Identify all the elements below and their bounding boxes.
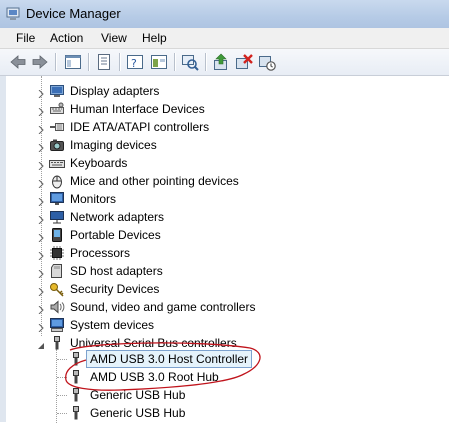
- network-adapter-icon: [49, 209, 65, 225]
- show-hide-console-tree-icon[interactable]: [63, 52, 83, 72]
- tree-item-label: Keyboards: [70, 156, 128, 170]
- expand-arrow-icon[interactable]: [37, 213, 45, 225]
- tree-item-display-adapters[interactable]: Display adapters: [0, 82, 449, 100]
- tree-item-ide-ata-atapi-controllers[interactable]: IDE ATA/ATAPI controllers: [0, 118, 449, 136]
- help-icon[interactable]: ?: [125, 52, 145, 72]
- tree-item-label: SD host adapters: [70, 264, 163, 278]
- tree-item-amd-usb-3-0-host-controller[interactable]: AMD USB 3.0 Host Controller: [0, 350, 449, 368]
- tree-item-keyboards[interactable]: Keyboards: [0, 154, 449, 172]
- mouse-icon: [49, 173, 65, 189]
- camera-icon: [49, 137, 65, 153]
- tree-item-generic-usb-hub[interactable]: Generic USB Hub: [0, 386, 449, 404]
- expand-arrow-icon[interactable]: [37, 177, 45, 189]
- expand-arrow-icon[interactable]: [37, 141, 45, 153]
- tree-item-label: Mice and other pointing devices: [70, 174, 239, 188]
- tree-item-label: AMD USB 3.0 Host Controller: [86, 350, 253, 368]
- tree-item-label: Human Interface Devices: [70, 102, 205, 116]
- expand-arrow-icon[interactable]: [37, 321, 45, 333]
- menu-help[interactable]: Help: [139, 30, 170, 46]
- menu-file[interactable]: File: [13, 30, 38, 46]
- tree-item-label: Portable Devices: [70, 228, 161, 242]
- menu-bar: File Action View Help: [0, 28, 449, 49]
- console-view-icon[interactable]: [149, 52, 169, 72]
- collapse-arrow-icon[interactable]: [37, 339, 45, 349]
- tree-item-sd-host-adapters[interactable]: SD host adapters: [0, 262, 449, 280]
- keyboard-icon: [49, 155, 65, 171]
- expand-arrow-icon[interactable]: [37, 87, 45, 99]
- sd-host-icon: [49, 263, 65, 279]
- expand-arrow-icon[interactable]: [37, 123, 45, 135]
- tree-item-label: AMD USB 3.0 Root Hub: [90, 370, 219, 384]
- tree-item-label: Universal Serial Bus controllers: [70, 336, 237, 350]
- tree-item-label: Security Devices: [70, 282, 160, 296]
- tree-item-imaging-devices[interactable]: Imaging devices: [0, 136, 449, 154]
- ide-controller-icon: [49, 119, 65, 135]
- tree-item-system-devices[interactable]: System devices: [0, 316, 449, 334]
- properties-icon[interactable]: [94, 52, 114, 72]
- tree-item-human-interface-devices[interactable]: Human Interface Devices: [0, 100, 449, 118]
- tree-item-portable-devices[interactable]: Portable Devices: [0, 226, 449, 244]
- tree-item-monitors[interactable]: Monitors: [0, 190, 449, 208]
- usb-icon: [49, 335, 65, 351]
- toolbar: ?: [0, 49, 449, 76]
- tree-item-label: Display adapters: [70, 84, 160, 98]
- tree-item-amd-usb-3-0-root-hub[interactable]: AMD USB 3.0 Root Hub: [0, 368, 449, 386]
- tree-item-generic-usb-hub[interactable]: Generic USB Hub: [0, 404, 449, 422]
- tree-item-label: Network adapters: [70, 210, 165, 224]
- expand-arrow-icon[interactable]: [37, 105, 45, 117]
- window-title: Device Manager: [26, 6, 121, 21]
- usb-icon: [68, 387, 84, 403]
- tree-item-processors[interactable]: Processors: [0, 244, 449, 262]
- display-adapter-icon: [49, 83, 65, 99]
- processor-icon: [49, 245, 65, 261]
- uninstall-icon[interactable]: [234, 52, 254, 72]
- device-manager-app-icon: [6, 6, 22, 25]
- tree-item-label: IDE ATA/ATAPI controllers: [70, 120, 210, 134]
- scan-for-hardware-changes-icon[interactable]: [180, 52, 200, 72]
- system-device-icon: [49, 317, 65, 333]
- speaker-icon: [49, 299, 65, 315]
- tree-item-label: System devices: [70, 318, 155, 332]
- expand-arrow-icon[interactable]: [37, 249, 45, 261]
- device-tree[interactable]: Display adapters Human Interface Devices…: [0, 76, 449, 423]
- tree-item-label: Sound, video and game controllers: [70, 300, 256, 314]
- tree-item-label: Monitors: [70, 192, 117, 206]
- expand-arrow-icon[interactable]: [37, 267, 45, 279]
- hid-icon: [49, 101, 65, 117]
- disable-icon[interactable]: [257, 52, 277, 72]
- back-arrow-icon[interactable]: [8, 52, 28, 72]
- tree-item-label: Generic USB Hub: [90, 388, 186, 402]
- tree-item-security-devices[interactable]: Security Devices: [0, 280, 449, 298]
- menu-action[interactable]: Action: [47, 30, 86, 46]
- title-bar[interactable]: Device Manager: [0, 0, 449, 28]
- portable-device-icon: [49, 227, 65, 243]
- usb-icon: [68, 351, 84, 367]
- tree-item-label: Processors: [70, 246, 131, 260]
- tree-item-sound-video-and-game-controllers[interactable]: Sound, video and game controllers: [0, 298, 449, 316]
- expand-arrow-icon[interactable]: [37, 231, 45, 243]
- expand-arrow-icon[interactable]: [37, 159, 45, 171]
- monitor-icon: [49, 191, 65, 207]
- svg-text:?: ?: [131, 57, 137, 70]
- tree-item-mice-and-other-pointing-devices[interactable]: Mice and other pointing devices: [0, 172, 449, 190]
- expand-arrow-icon[interactable]: [37, 285, 45, 297]
- update-driver-icon[interactable]: [211, 52, 231, 72]
- usb-icon: [68, 405, 84, 421]
- forward-arrow-icon[interactable]: [30, 52, 50, 72]
- security-key-icon: [49, 281, 65, 297]
- tree-item-network-adapters[interactable]: Network adapters: [0, 208, 449, 226]
- menu-view[interactable]: View: [98, 30, 130, 46]
- usb-icon: [68, 369, 84, 385]
- expand-arrow-icon[interactable]: [37, 195, 45, 207]
- tree-item-label: Generic USB Hub: [90, 406, 186, 420]
- tree-item-label: Imaging devices: [70, 138, 157, 152]
- expand-arrow-icon[interactable]: [37, 303, 45, 315]
